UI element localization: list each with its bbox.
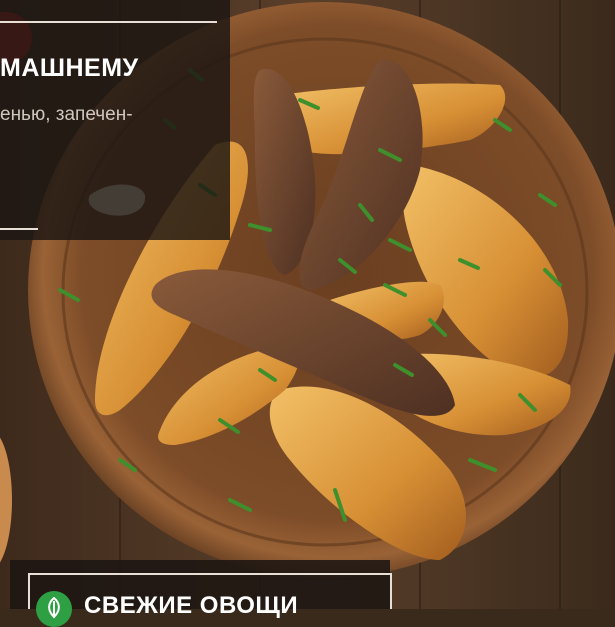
recipe-title: МАШНЕМУ xyxy=(0,54,139,82)
recipe-subtitle: енью, запечен- xyxy=(0,104,133,125)
recipe-title-card: МАШНЕМУ енью, запечен- xyxy=(0,0,230,240)
category-badge-label: СВЕЖИЕ ОВОЩИ xyxy=(84,592,299,619)
title-rule-top xyxy=(0,21,217,23)
leaf-icon xyxy=(36,591,72,627)
title-rule-bottom xyxy=(0,228,38,230)
